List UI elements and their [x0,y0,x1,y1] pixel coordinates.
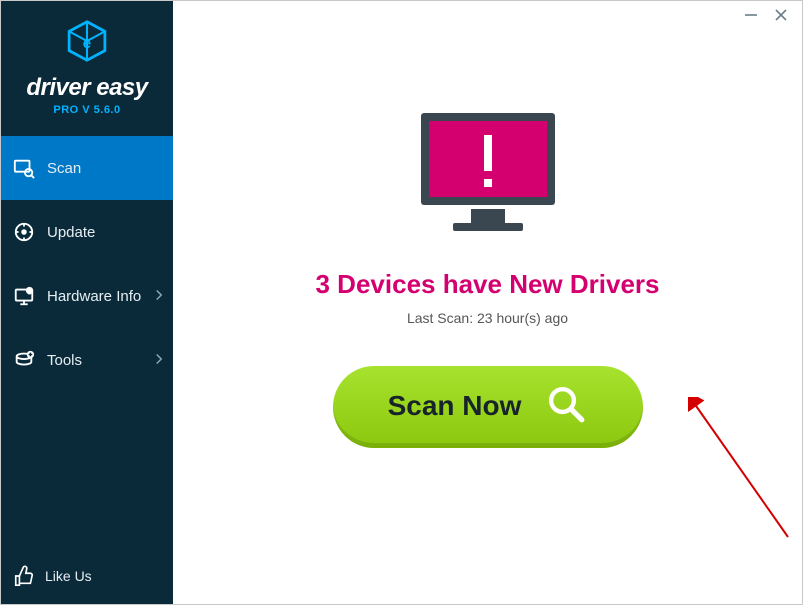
main-panel: 3 Devices have New Drivers Last Scan: 23… [173,1,802,604]
content: 3 Devices have New Drivers Last Scan: 23… [173,1,802,604]
sidebar: e driver easy PRO V 5.6.0 Scan [1,1,173,604]
brand-version: PRO V 5.6.0 [53,104,120,116]
sidebar-item-label: Hardware Info [47,288,141,305]
sidebar-item-label: Update [47,224,95,241]
sidebar-nav: Scan Update [1,136,173,548]
scan-result-headline: 3 Devices have New Drivers [316,269,660,300]
scan-now-label: Scan Now [388,390,522,422]
chevron-right-icon [155,352,163,368]
sidebar-item-label: Scan [47,160,81,177]
tools-icon [13,349,35,371]
thumbs-up-icon [13,565,35,587]
sidebar-item-scan[interactable]: Scan [1,136,173,200]
brand-name: driver easy [26,74,147,102]
alert-monitor-icon [413,109,563,249]
last-scan-text: Last Scan: 23 hour(s) ago [407,310,568,326]
app-logo-icon: e [65,19,109,68]
app-window: e driver easy PRO V 5.6.0 Scan [0,0,803,605]
scan-now-button[interactable]: Scan Now [333,366,643,448]
sidebar-item-tools[interactable]: Tools [1,328,173,392]
hardware-icon: i [13,285,35,307]
brand-block: e driver easy PRO V 5.6.0 [1,1,173,126]
like-us-button[interactable]: Like Us [13,565,92,587]
svg-text:e: e [83,35,91,52]
sidebar-item-label: Tools [47,352,82,369]
sidebar-bottom: Like Us [1,548,173,604]
scan-button-wrap: Scan Now [333,366,643,448]
close-button[interactable] [774,8,788,26]
update-icon [13,221,35,243]
window-controls [744,1,802,33]
like-us-label: Like Us [45,568,92,584]
scan-icon [13,157,35,179]
magnifier-icon [545,383,587,430]
sidebar-item-hardware-info[interactable]: i Hardware Info [1,264,173,328]
chevron-right-icon [155,288,163,304]
sidebar-item-update[interactable]: Update [1,200,173,264]
minimize-button[interactable] [744,8,758,26]
